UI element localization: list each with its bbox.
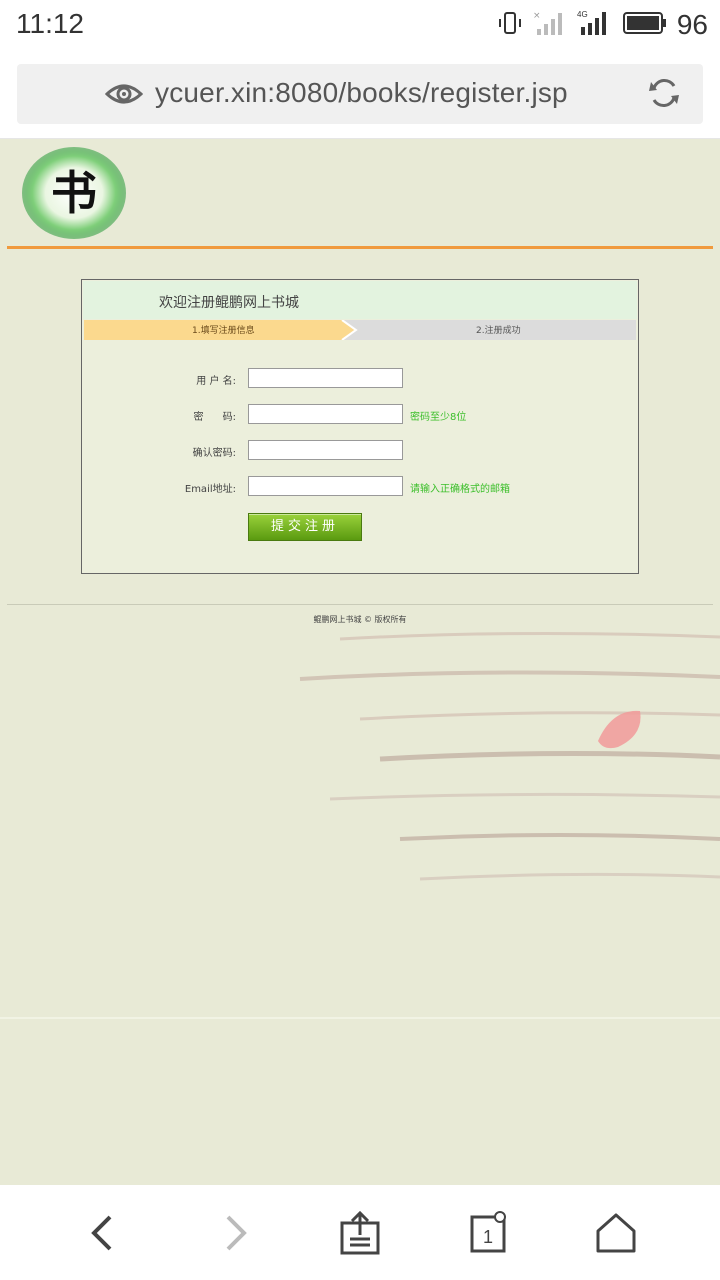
svg-text:书: 书 [51,166,97,220]
no-signal-icon: × [533,9,567,41]
confirm-password-label: 确认密码: [192,448,236,459]
footer-copyright: 鲲鹏网上书城 © 版权所有 [313,615,407,624]
password-label: 密 码: [193,412,236,423]
url-text[interactable]: ycuer.xin:8080/books/register.jsp [155,77,568,109]
status-time: 11:12 [16,8,84,39]
eye-icon[interactable] [104,78,144,114]
battery-icon [622,11,667,39]
signal-4g-icon: 4G [577,9,613,41]
url-bar[interactable]: ycuer.xin:8080/books/register.jsp [17,64,703,124]
svg-text:4G: 4G [577,10,588,19]
register-panel: 欢迎注册鲲鹏网上书城 1.填写注册信息 2.注册成功 用 户 名: 密 码: 密… [81,279,639,574]
tabs-icon[interactable]: 1 [464,1209,512,1257]
email-row: Email地址: 请输入正确格式的邮箱 [82,476,638,498]
password-hint: 密码至少8位 [410,412,467,423]
step-indicator: 1.填写注册信息 2.注册成功 [84,320,636,340]
site-logo[interactable]: 书 [20,145,128,241]
home-icon[interactable] [592,1209,640,1257]
background-decoration [299,631,720,881]
web-page: 书 欢迎注册鲲鹏网上书城 1.填写注册信息 2.注册成功 用 户 名: 密 码:… [0,139,720,1185]
username-input[interactable] [248,368,403,388]
vibrate-icon [497,10,523,40]
svg-text:1: 1 [483,1227,493,1247]
email-hint: 请输入正确格式的邮箱 [410,484,510,495]
register-title: 欢迎注册鲲鹏网上书城 [159,295,299,311]
petal-decoration [598,710,641,749]
confirm-password-row: 确认密码: [82,440,638,462]
username-label: 用 户 名: [196,376,236,387]
status-bar: 11:12 × 4G 96 [0,0,720,50]
step-2: 2.注册成功 [476,326,521,336]
forward-icon[interactable] [210,1209,258,1257]
back-icon[interactable] [80,1209,128,1257]
browser-nav-bar: 1 [0,1185,720,1280]
browser-toolbar: ycuer.xin:8080/books/register.jsp [0,50,720,139]
footer-divider [7,604,713,605]
reload-icon[interactable] [647,76,681,114]
battery-percent: 96 [676,9,708,40]
page-bottom-divider [0,1017,720,1019]
email-input[interactable] [248,476,403,496]
confirm-password-input[interactable] [248,440,403,460]
password-row: 密 码: 密码至少8位 [82,404,638,426]
svg-text:×: × [533,11,541,21]
step-1: 1.填写注册信息 [192,326,255,336]
email-label: Email地址: [184,484,236,495]
password-input[interactable] [248,404,403,424]
share-icon[interactable] [336,1209,384,1257]
status-icons: × 4G 96 [497,8,708,42]
username-row: 用 户 名: [82,368,638,390]
register-title-bar: 欢迎注册鲲鹏网上书城 [83,281,637,319]
header-divider [7,246,713,249]
submit-register-button[interactable]: 提交注册 [248,513,362,541]
